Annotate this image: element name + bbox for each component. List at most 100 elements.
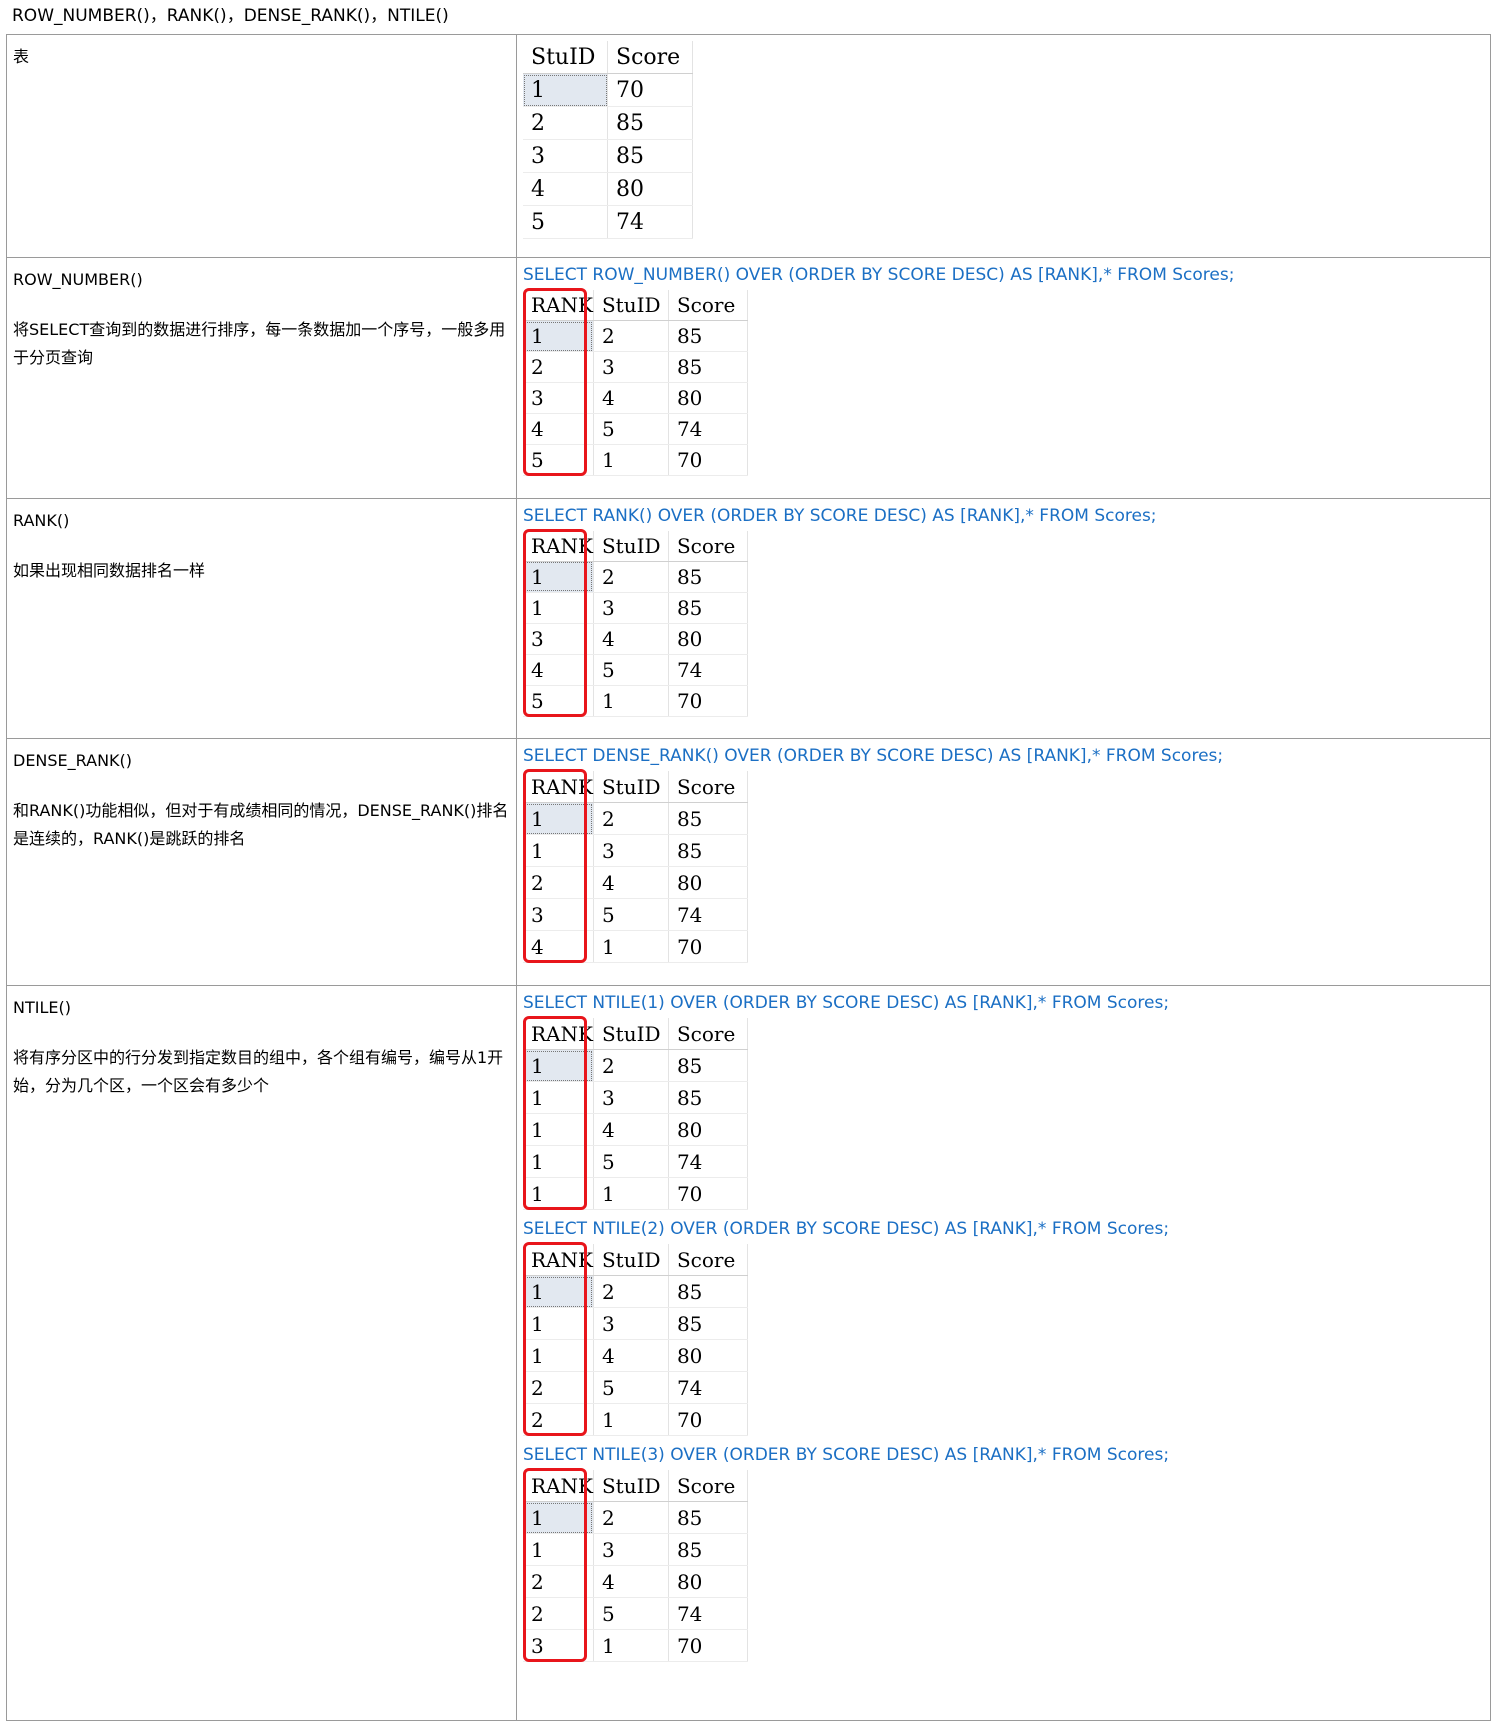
grid-cell-score[interactable]: 70 [668,444,748,477]
grid-cell-score[interactable]: 85 [668,1307,748,1341]
grid-row[interactable]: 1 3 85 [523,834,748,868]
grid-cell-score[interactable]: 85 [668,802,748,836]
grid-row[interactable]: 4 80 [523,172,693,206]
grid-cell-stuid[interactable]: 3 [523,139,608,173]
column-header-stuid[interactable]: StuID [593,1244,669,1277]
column-header-stuid[interactable]: StuID [523,41,608,74]
grid-row[interactable]: 1 3 85 [523,592,748,624]
column-header-rank[interactable]: RANK [523,1244,594,1277]
grid-cell-rank[interactable]: 1 [523,1339,594,1373]
grid-cell-stuid[interactable]: 5 [523,205,608,239]
grid-cell-stuid[interactable]: 3 [593,1307,669,1341]
grid-cell-stuid[interactable]: 1 [593,1177,669,1211]
grid-row[interactable]: 1 5 74 [523,1145,748,1179]
grid-cell-stuid[interactable]: 3 [593,592,669,624]
grid-cell-rank[interactable]: 1 [523,834,594,868]
grid-cell-rank[interactable]: 3 [523,898,594,932]
grid-cell-stuid[interactable]: 4 [593,623,669,655]
grid-cell-score[interactable]: 74 [668,654,748,686]
grid-row[interactable]: 3 4 80 [523,382,748,415]
grid-cell-stuid[interactable]: 5 [593,413,669,446]
grid-cell-rank[interactable]: 2 [523,1597,594,1631]
grid-cell-score[interactable]: 70 [668,1403,748,1437]
grid-cell-score[interactable]: 85 [668,1533,748,1567]
column-header-stuid[interactable]: StuID [593,530,669,562]
grid-row[interactable]: 4 5 74 [523,413,748,446]
grid-cell-score[interactable]: 70 [668,1629,748,1663]
grid-row[interactable]: 1 1 70 [523,1177,748,1211]
grid-row[interactable]: 1 4 80 [523,1339,748,1373]
grid-cell-stuid[interactable]: 1 [523,73,608,107]
grid-cell-score[interactable]: 85 [607,139,693,173]
grid-cell-rank[interactable]: 1 [523,592,594,624]
grid-row[interactable]: 1 2 85 [523,1275,748,1309]
grid-cell-rank[interactable]: 1 [523,1177,594,1211]
grid-cell-rank[interactable]: 2 [523,1403,594,1437]
grid-cell-score[interactable]: 80 [607,172,693,206]
grid-cell-rank[interactable]: 2 [523,1565,594,1599]
grid-cell-score[interactable]: 70 [668,930,748,964]
grid-row[interactable]: 1 3 85 [523,1307,748,1341]
column-header-rank[interactable]: RANK [523,1018,594,1051]
grid-row[interactable]: 3 4 80 [523,623,748,655]
grid-cell-rank[interactable]: 1 [523,320,594,353]
grid-cell-stuid[interactable]: 4 [593,1339,669,1373]
grid-cell-stuid[interactable]: 2 [593,1501,669,1535]
grid-row[interactable]: 5 74 [523,205,693,239]
grid-row[interactable]: 2 85 [523,106,693,140]
grid-cell-stuid[interactable]: 5 [593,1145,669,1179]
column-header-score[interactable]: Score [668,530,748,562]
grid-cell-stuid[interactable]: 4 [593,1113,669,1147]
grid-cell-stuid[interactable]: 3 [593,1081,669,1115]
grid-cell-score[interactable]: 80 [668,1339,748,1373]
grid-cell-score[interactable]: 74 [668,413,748,446]
grid-row[interactable]: 3 85 [523,139,693,173]
grid-cell-score[interactable]: 70 [668,685,748,717]
grid-cell-stuid[interactable]: 4 [593,382,669,415]
grid-cell-score[interactable]: 85 [668,834,748,868]
grid-cell-score[interactable]: 74 [668,1597,748,1631]
grid-cell-score[interactable]: 74 [607,205,693,239]
grid-row[interactable]: 1 70 [523,73,693,107]
grid-cell-rank[interactable]: 4 [523,413,594,446]
column-header-stuid[interactable]: StuID [593,1018,669,1051]
grid-row[interactable]: 2 1 70 [523,1403,748,1437]
column-header-rank[interactable]: RANK [523,530,594,562]
column-header-stuid[interactable]: StuID [593,290,669,322]
column-header-score[interactable]: Score [668,771,748,804]
grid-cell-score[interactable]: 85 [668,1501,748,1535]
grid-cell-rank[interactable]: 3 [523,1629,594,1663]
grid-cell-stuid[interactable]: 4 [523,172,608,206]
grid-row[interactable]: 4 1 70 [523,930,748,964]
column-header-score[interactable]: Score [668,1470,748,1503]
grid-row[interactable]: 3 1 70 [523,1629,748,1663]
grid-cell-score[interactable]: 80 [668,382,748,415]
grid-row[interactable]: 5 1 70 [523,444,748,477]
grid-cell-stuid[interactable]: 1 [593,685,669,717]
grid-cell-score[interactable]: 70 [668,1177,748,1211]
grid-cell-rank[interactable]: 1 [523,1145,594,1179]
column-header-score[interactable]: Score [668,290,748,322]
grid-cell-score[interactable]: 80 [668,1565,748,1599]
grid-cell-stuid[interactable]: 5 [593,654,669,686]
column-header-score[interactable]: Score [668,1018,748,1051]
grid-row[interactable]: 2 4 80 [523,1565,748,1599]
grid-cell-score[interactable]: 74 [668,1371,748,1405]
grid-cell-rank[interactable]: 3 [523,382,594,415]
grid-cell-rank[interactable]: 2 [523,351,594,384]
grid-cell-rank[interactable]: 4 [523,930,594,964]
grid-cell-score[interactable]: 85 [668,320,748,353]
grid-cell-stuid[interactable]: 5 [593,1371,669,1405]
grid-cell-score[interactable]: 80 [668,623,748,655]
grid-cell-score[interactable]: 74 [668,898,748,932]
grid-cell-stuid[interactable]: 2 [593,1275,669,1309]
grid-cell-stuid[interactable]: 5 [593,1597,669,1631]
grid-cell-rank[interactable]: 5 [523,444,594,477]
grid-cell-stuid[interactable]: 1 [593,1629,669,1663]
grid-cell-rank[interactable]: 1 [523,1307,594,1341]
column-header-score[interactable]: Score [668,1244,748,1277]
grid-cell-rank[interactable]: 1 [523,1081,594,1115]
grid-cell-stuid[interactable]: 1 [593,444,669,477]
grid-cell-rank[interactable]: 1 [523,1533,594,1567]
column-header-rank[interactable]: RANK [523,290,594,322]
